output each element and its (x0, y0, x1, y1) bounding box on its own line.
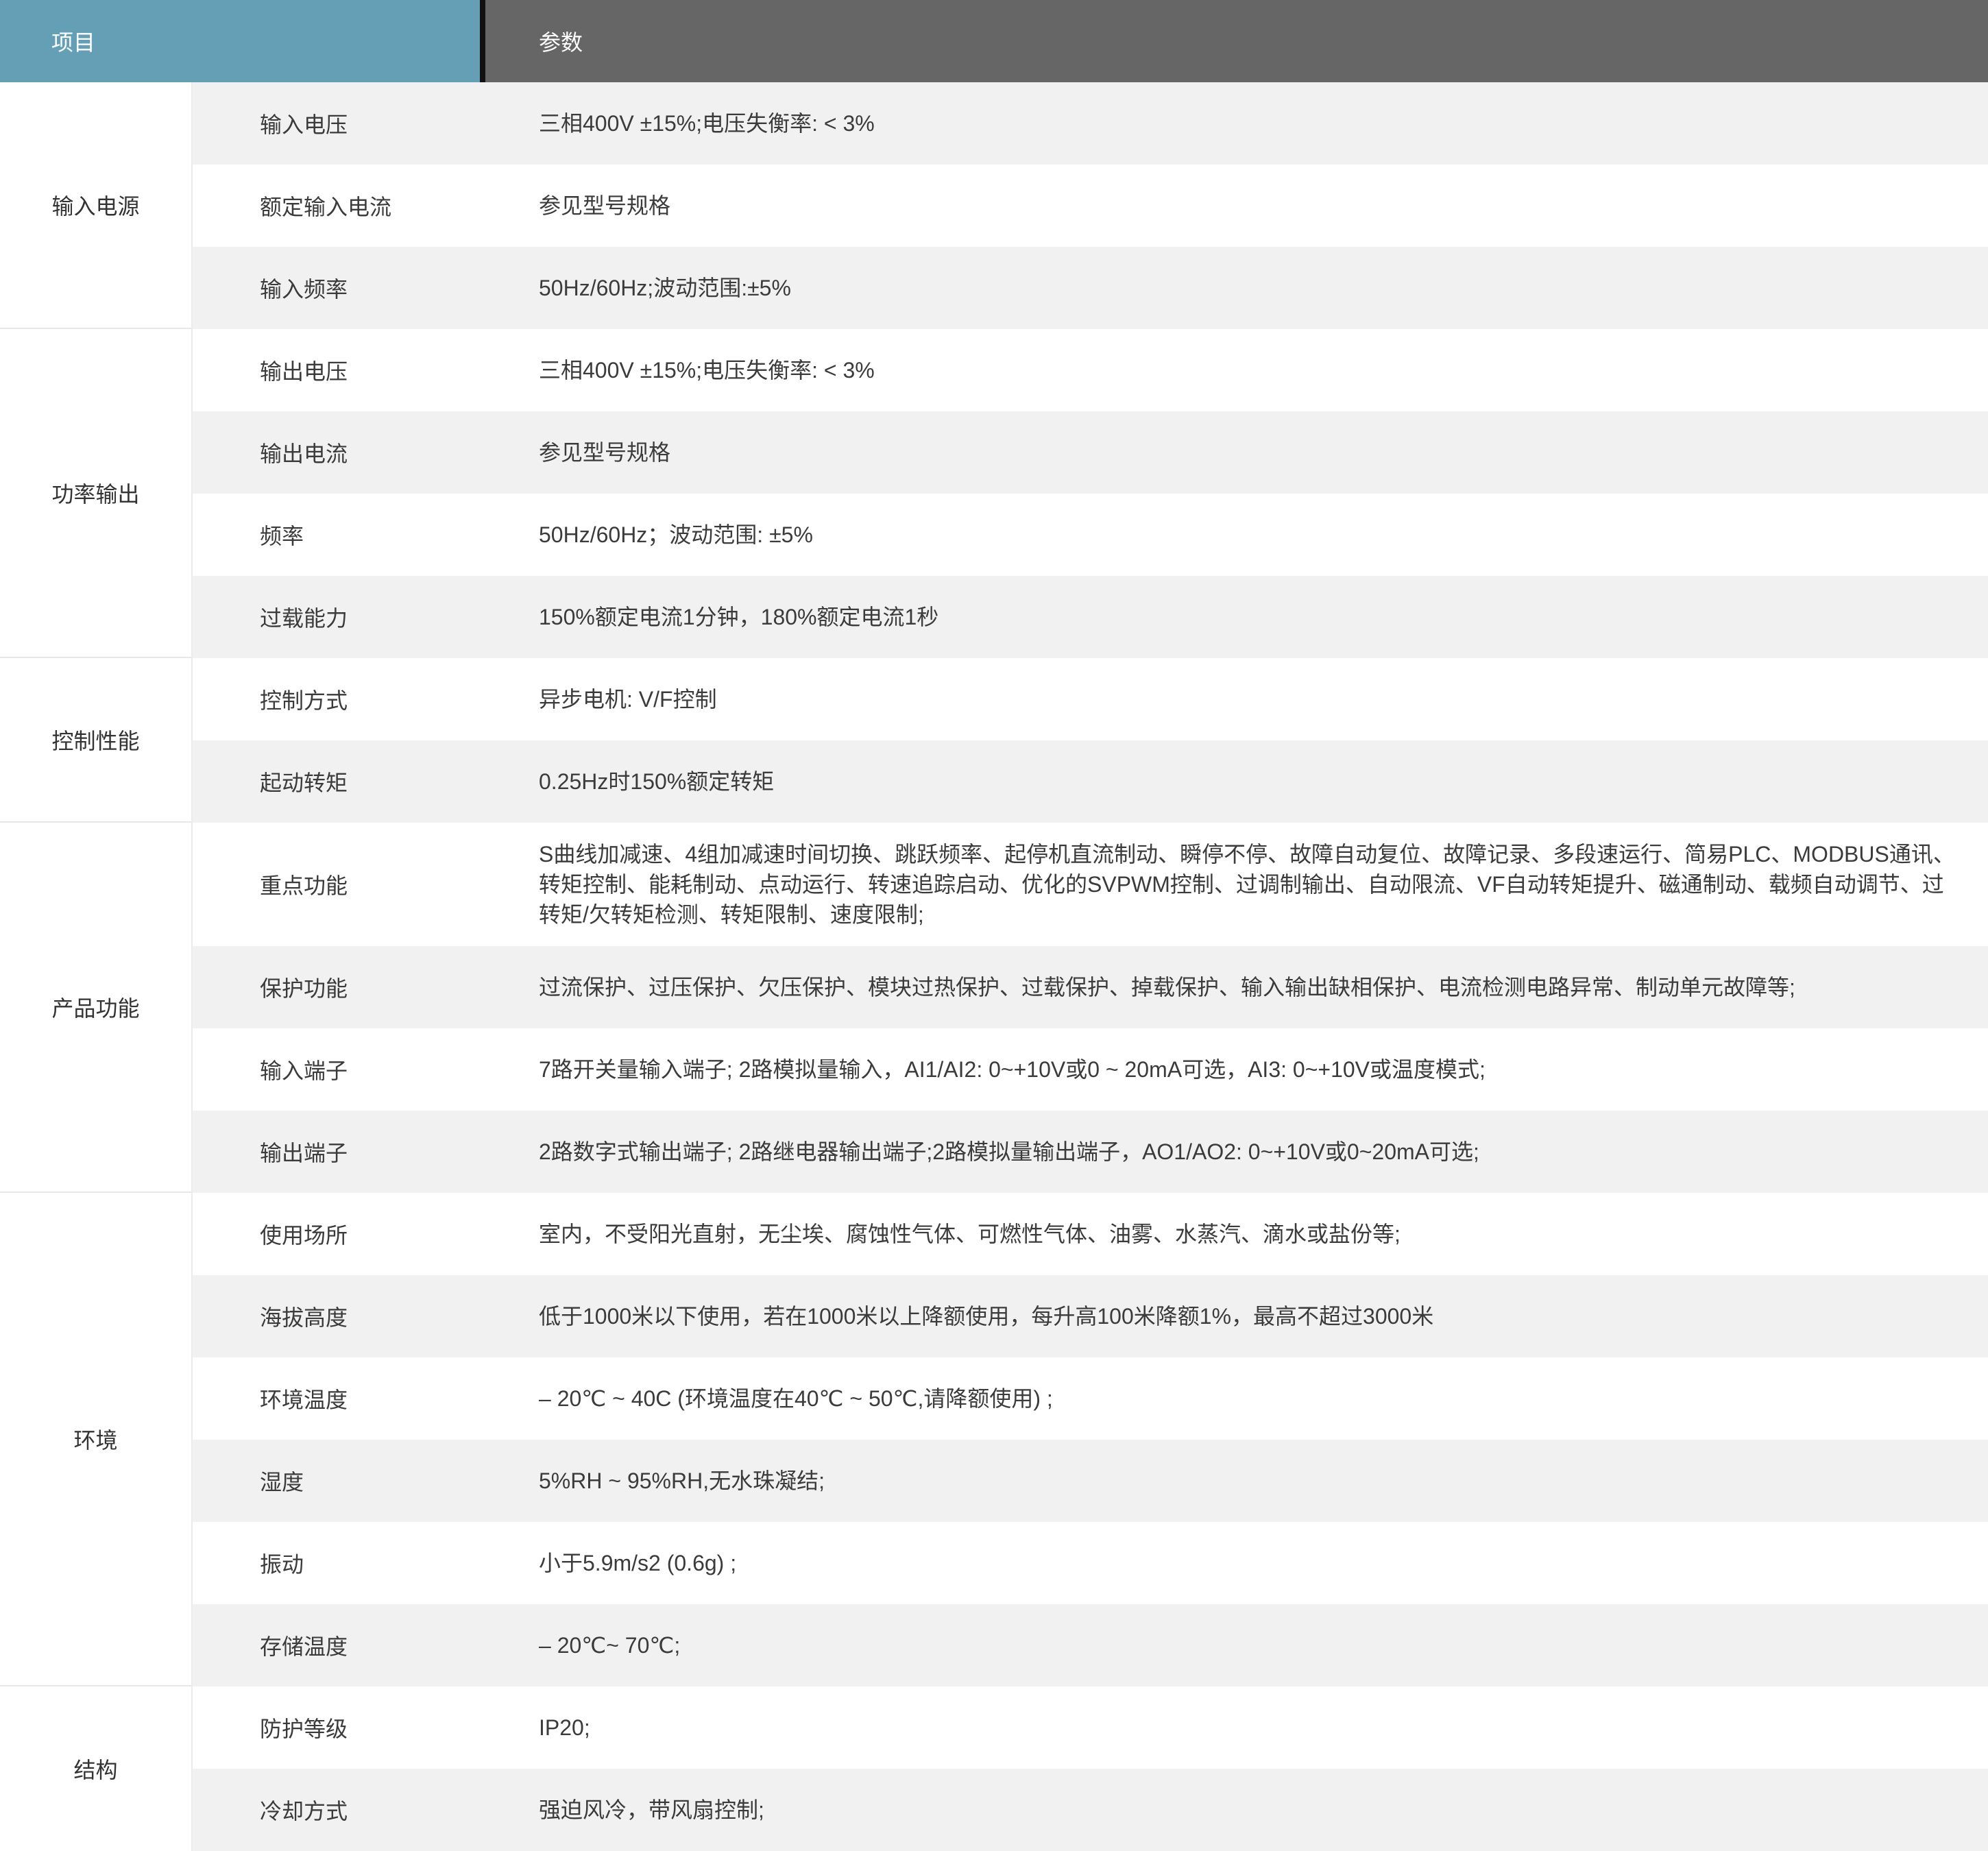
item-cell: 输出端子 (193, 1136, 539, 1168)
item-cell: 环境温度 (193, 1383, 539, 1414)
item-cell: 起动转矩 (193, 766, 539, 797)
value-cell: 过流保护、过压保护、欠压保护、模块过热保护、过载保护、掉载保护、输入输出缺相保护… (539, 972, 1988, 1002)
table-row: 控制方式异步电机: V/F控制 (193, 658, 1988, 740)
table-row: 频率50Hz/60Hz；波动范围: ±5% (193, 494, 1988, 576)
spec-table: 项目 参数 输入电源输入电压三相400V ±15%;电压失衡率: < 3%额定输… (0, 0, 1988, 1851)
table-row: 振动小于5.9m/s2 (0.6g) ; (193, 1522, 1988, 1604)
value-cell: 50Hz/60Hz；波动范围: ±5% (539, 520, 1988, 550)
value-cell: 150%额定电流1分钟，180%额定电流1秒 (539, 602, 1988, 632)
table-row: 起动转矩0.25Hz时150%额定转矩 (193, 740, 1988, 823)
item-cell: 输出电压 (193, 354, 539, 386)
header-param-label: 参数 (539, 25, 583, 57)
group-rows: 输入电压三相400V ±15%;电压失衡率: < 3%额定输入电流参见型号规格输… (193, 82, 1988, 329)
item-cell: 保护功能 (193, 971, 539, 1003)
value-cell: 0.25Hz时150%额定转矩 (539, 766, 1988, 797)
value-cell: 异步电机: V/F控制 (539, 684, 1988, 714)
category-cell: 环境 (0, 1193, 193, 1686)
spec-page: 项目 参数 输入电源输入电压三相400V ±15%;电压失衡率: < 3%额定输… (0, 0, 1988, 1851)
value-cell: 室内，不受阳光直射，无尘埃、腐蚀性气体、可燃性气体、油雾、水蒸汽、滴水或盐份等; (539, 1219, 1988, 1249)
item-cell: 重点功能 (193, 869, 539, 900)
table-row: 海拔高度低于1000米以下使用，若在1000米以上降额使用，每升高100米降额1… (193, 1275, 1988, 1357)
table-row: 额定输入电流参见型号规格 (193, 165, 1988, 247)
table-row: 环境温度– 20℃ ~ 40C (环境温度在40℃ ~ 50℃,请降额使用) ; (193, 1357, 1988, 1440)
item-cell: 输出电流 (193, 437, 539, 468)
value-cell: 参见型号规格 (539, 437, 1988, 468)
category-cell: 控制性能 (0, 658, 193, 823)
table-row: 输出端子2路数字式输出端子; 2路继电器输出端子;2路模拟量输出端子，AO1/A… (193, 1111, 1988, 1193)
item-cell: 振动 (193, 1547, 539, 1579)
item-cell: 存储温度 (193, 1630, 539, 1661)
header-divider (480, 0, 485, 82)
value-cell: 三相400V ±15%;电压失衡率: < 3% (539, 355, 1988, 385)
table-row: 使用场所室内，不受阳光直射，无尘埃、腐蚀性气体、可燃性气体、油雾、水蒸汽、滴水或… (193, 1193, 1988, 1275)
table-row: 存储温度– 20℃~ 70℃; (193, 1604, 1988, 1686)
table-row: 保护功能过流保护、过压保护、欠压保护、模块过热保护、过载保护、掉载保护、输入输出… (193, 946, 1988, 1028)
item-cell: 额定输入电流 (193, 190, 539, 221)
category-cell: 功率输出 (0, 329, 193, 658)
category-cell: 产品功能 (0, 823, 193, 1193)
value-cell: 50Hz/60Hz;波动范围:±5% (539, 273, 1988, 303)
spec-group: 结构防护等级IP20;冷却方式强迫风冷，带风扇控制; (0, 1686, 1988, 1851)
table-row: 输出电流参见型号规格 (193, 411, 1988, 494)
table-row: 冷却方式强迫风冷，带风扇控制; (193, 1769, 1988, 1851)
table-row: 重点功能S曲线加减速、4组加减速时间切换、跳跃频率、起停机直流制动、瞬停不停、故… (193, 823, 1988, 946)
spec-group: 功率输出输出电压三相400V ±15%;电压失衡率: < 3%输出电流参见型号规… (0, 329, 1988, 658)
group-rows: 输出电压三相400V ±15%;电压失衡率: < 3%输出电流参见型号规格频率5… (193, 329, 1988, 658)
item-cell: 防护等级 (193, 1712, 539, 1743)
value-cell: 2路数字式输出端子; 2路继电器输出端子;2路模拟量输出端子，AO1/AO2: … (539, 1137, 1988, 1167)
value-cell: – 20℃ ~ 40C (环境温度在40℃ ~ 50℃,请降额使用) ; (539, 1383, 1988, 1414)
value-cell: – 20℃~ 70℃; (539, 1630, 1988, 1660)
table-row: 输入端子7路开关量输入端子; 2路模拟量输入，AI1/AI2: 0~+10V或0… (193, 1028, 1988, 1111)
value-cell: 参见型号规格 (539, 191, 1988, 221)
table-row: 过载能力150%额定电流1分钟，180%额定电流1秒 (193, 576, 1988, 658)
value-cell: 5%RH ~ 95%RH,无水珠凝结; (539, 1466, 1988, 1496)
table-row: 输出电压三相400V ±15%;电压失衡率: < 3% (193, 329, 1988, 411)
table-row: 湿度5%RH ~ 95%RH,无水珠凝结; (193, 1440, 1988, 1522)
item-cell: 输入端子 (193, 1054, 539, 1085)
item-cell: 过载能力 (193, 601, 539, 633)
header-cell-item: 项目 (0, 0, 480, 82)
value-cell: 强迫风冷，带风扇控制; (539, 1795, 1988, 1825)
spec-group: 输入电源输入电压三相400V ±15%;电压失衡率: < 3%额定输入电流参见型… (0, 82, 1988, 329)
category-cell: 输入电源 (0, 82, 193, 329)
header-cell-param: 参数 (485, 0, 1988, 82)
item-cell: 冷却方式 (193, 1794, 539, 1826)
spec-group: 控制性能控制方式异步电机: V/F控制起动转矩0.25Hz时150%额定转矩 (0, 658, 1988, 823)
group-rows: 重点功能S曲线加减速、4组加减速时间切换、跳跃频率、起停机直流制动、瞬停不停、故… (193, 823, 1988, 1193)
table-body: 输入电源输入电压三相400V ±15%;电压失衡率: < 3%额定输入电流参见型… (0, 82, 1988, 1851)
spec-group: 环境使用场所室内，不受阳光直射，无尘埃、腐蚀性气体、可燃性气体、油雾、水蒸汽、滴… (0, 1193, 1988, 1686)
value-cell: 小于5.9m/s2 (0.6g) ; (539, 1548, 1988, 1578)
table-row: 输入电压三相400V ±15%;电压失衡率: < 3% (193, 82, 1988, 165)
table-header-row: 项目 参数 (0, 0, 1988, 82)
item-cell: 使用场所 (193, 1218, 539, 1250)
item-cell: 频率 (193, 519, 539, 551)
group-rows: 使用场所室内，不受阳光直射，无尘埃、腐蚀性气体、可燃性气体、油雾、水蒸汽、滴水或… (193, 1193, 1988, 1686)
value-cell: 低于1000米以下使用，若在1000米以上降额使用，每升高100米降额1%，最高… (539, 1301, 1988, 1331)
value-cell: S曲线加减速、4组加减速时间切换、跳跃频率、起停机直流制动、瞬停不停、故障自动复… (539, 839, 1988, 930)
item-cell: 控制方式 (193, 683, 539, 715)
item-cell: 输入频率 (193, 272, 539, 304)
item-cell: 海拔高度 (193, 1300, 539, 1332)
header-item-label: 项目 (51, 25, 95, 57)
category-cell: 结构 (0, 1686, 193, 1851)
value-cell: 三相400V ±15%;电压失衡率: < 3% (539, 108, 1988, 138)
item-cell: 输入电压 (193, 108, 539, 139)
value-cell: IP20; (539, 1713, 1988, 1743)
value-cell: 7路开关量输入端子; 2路模拟量输入，AI1/AI2: 0~+10V或0 ~ 2… (539, 1054, 1988, 1085)
spec-group: 产品功能重点功能S曲线加减速、4组加减速时间切换、跳跃频率、起停机直流制动、瞬停… (0, 823, 1988, 1193)
table-row: 输入频率50Hz/60Hz;波动范围:±5% (193, 247, 1988, 329)
group-rows: 防护等级IP20;冷却方式强迫风冷，带风扇控制; (193, 1686, 1988, 1851)
group-rows: 控制方式异步电机: V/F控制起动转矩0.25Hz时150%额定转矩 (193, 658, 1988, 823)
item-cell: 湿度 (193, 1465, 539, 1497)
table-row: 防护等级IP20; (193, 1686, 1988, 1769)
